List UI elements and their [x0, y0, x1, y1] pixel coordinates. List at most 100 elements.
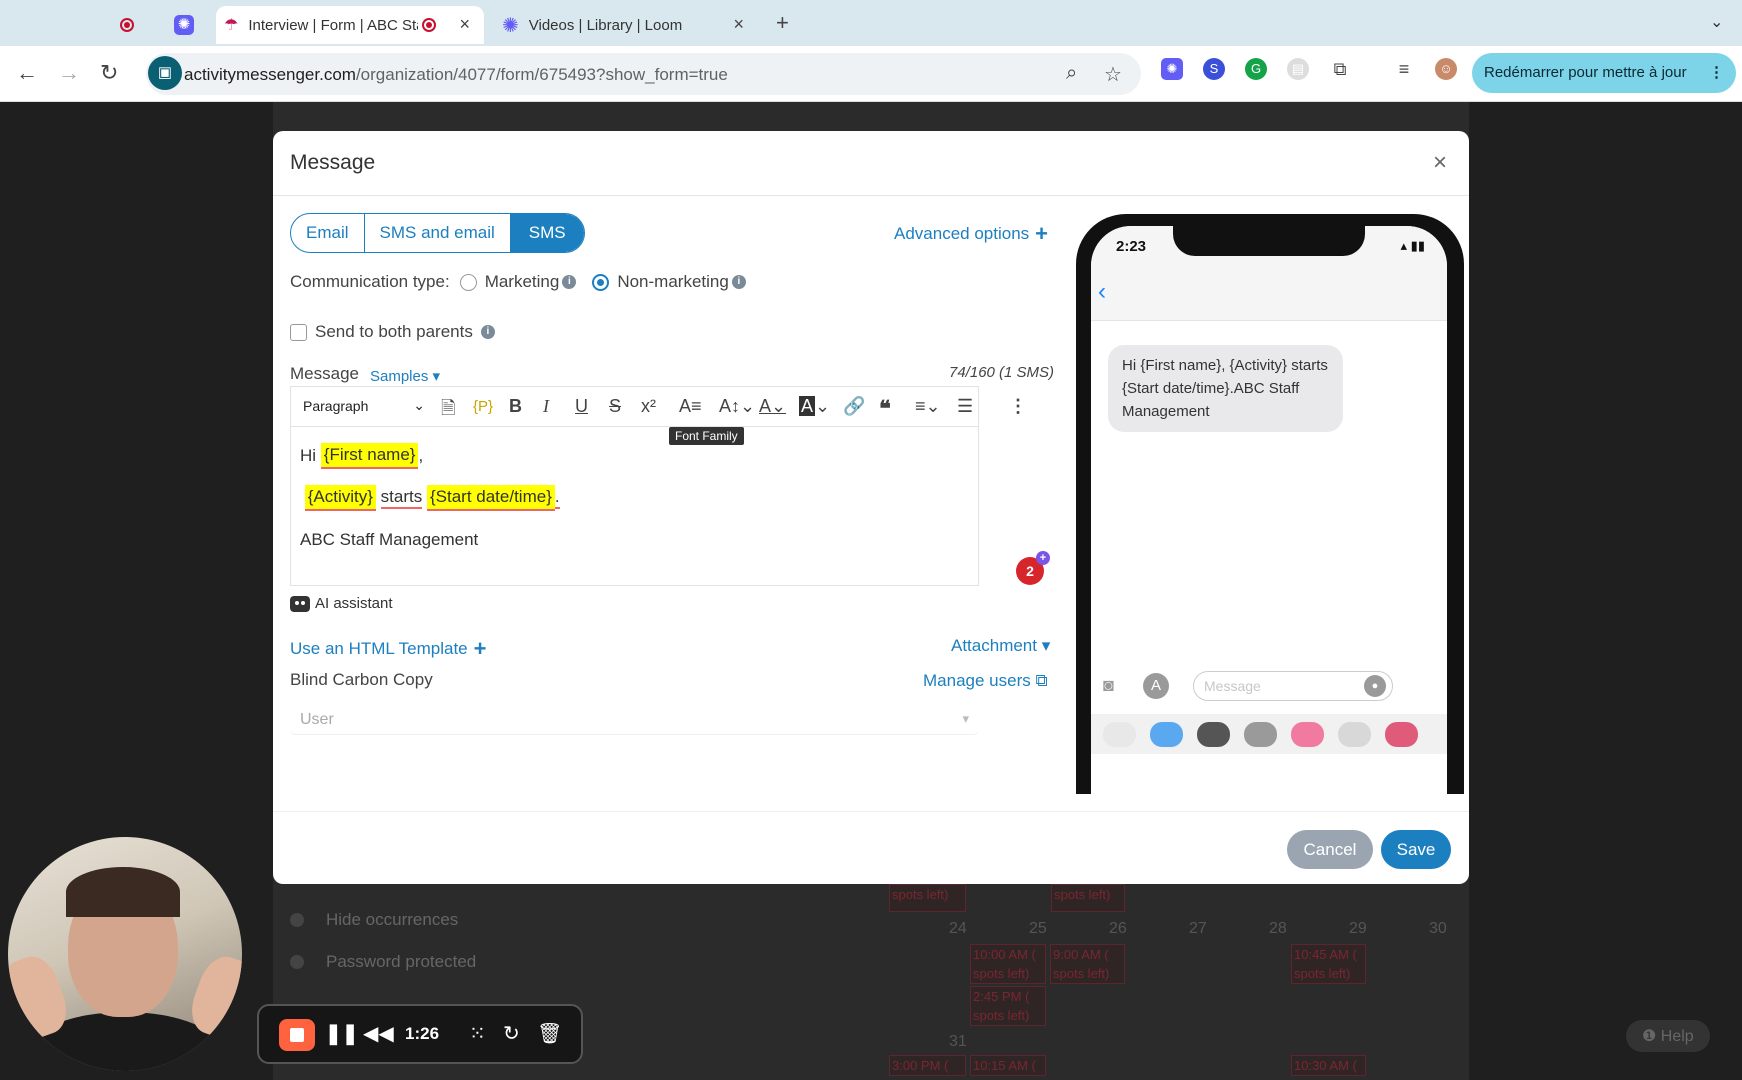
- channel-sms-and-email-button[interactable]: SMS and email: [365, 214, 511, 252]
- manage-users-link[interactable]: Manage users ⧉: [923, 671, 1048, 691]
- puzzle-extensions-icon[interactable]: ⧉: [1329, 58, 1351, 80]
- channel-selector: Email SMS and email SMS: [290, 213, 585, 253]
- non-marketing-label[interactable]: Non-marketing: [617, 272, 729, 292]
- rewind-icon[interactable]: ◀◀: [363, 1021, 394, 1046]
- loom-icon: ✺: [174, 15, 194, 35]
- tab-interview-form[interactable]: ☂ Interview | Form | ABC Sta ×: [216, 6, 484, 44]
- font-size-icon[interactable]: A↕⌄: [719, 396, 755, 417]
- reload-icon[interactable]: ↻: [100, 60, 118, 86]
- s-extension-icon[interactable]: S: [1203, 58, 1225, 80]
- info-icon[interactable]: i: [562, 275, 577, 289]
- blockquote-icon[interactable]: ❝: [879, 396, 891, 422]
- close-tab-icon[interactable]: ×: [733, 14, 744, 35]
- back-icon[interactable]: ←: [16, 60, 38, 86]
- cancel-button[interactable]: Cancel: [1287, 830, 1373, 869]
- profile-avatar[interactable]: ☺: [1435, 58, 1457, 80]
- send-both-parents-checkbox[interactable]: [290, 323, 307, 341]
- zoom-icon[interactable]: ⌕: [1066, 62, 1077, 85]
- option-password-protected: Password protected: [290, 952, 476, 972]
- tab-search-chevron-icon[interactable]: ⌄: [1710, 12, 1723, 32]
- advanced-options-link[interactable]: Advanced options +: [894, 221, 1048, 247]
- first-name-tag[interactable]: {First name}: [320, 443, 419, 469]
- camera-icon: ◙: [1103, 675, 1114, 695]
- block-format-dropdown[interactable]: Paragraph ⌄: [303, 397, 425, 414]
- bcc-user-select[interactable]: User ▾: [290, 705, 979, 735]
- superscript-icon[interactable]: x²: [641, 396, 656, 417]
- tab-loom-pinned[interactable]: ✺: [174, 6, 204, 44]
- align-icon[interactable]: ≡⌄: [915, 396, 941, 417]
- extension-icon[interactable]: ▤: [1287, 58, 1309, 80]
- help-button[interactable]: ❶ Help: [1626, 1020, 1710, 1052]
- send-both-parents-label[interactable]: Send to both parents: [315, 322, 473, 342]
- font-family-icon[interactable]: A≡: [679, 396, 702, 417]
- close-tab-icon[interactable]: ×: [459, 14, 470, 35]
- marketing-label[interactable]: Marketing: [485, 272, 560, 292]
- channel-email-button[interactable]: Email: [291, 214, 365, 252]
- source-document-icon[interactable]: 🗎: [441, 396, 455, 426]
- bookmark-star-icon[interactable]: ☆: [1104, 62, 1122, 87]
- grammarly-icon[interactable]: G: [1245, 58, 1267, 80]
- editor-toolbar: Paragraph ⌄ 🗎 {P} B I U S x² A≡ A↕⌄ A⌄ A ⌄…: [291, 387, 1027, 445]
- link-icon[interactable]: 🔗: [843, 396, 865, 417]
- calendar-event: 2:45 PM (spots left): [970, 986, 1046, 1026]
- background-color-icon[interactable]: A ⌄: [799, 396, 830, 417]
- search-images-icon: [1291, 721, 1324, 747]
- html-template-link[interactable]: Use an HTML Template +: [290, 636, 487, 662]
- url-text[interactable]: activitymessenger.com/organization/4077/…: [184, 65, 728, 85]
- address-bar[interactable]: ▣ activitymessenger.com/organization/407…: [146, 53, 1141, 95]
- calendar-event: 10:15 AM (: [970, 1055, 1046, 1076]
- grammarly-badge[interactable]: 2 +: [1016, 551, 1050, 585]
- strikethrough-icon[interactable]: S: [609, 396, 621, 417]
- info-icon[interactable]: i: [731, 275, 746, 289]
- ai-assistant-button[interactable]: AI assistant: [290, 595, 393, 612]
- media-control-icon[interactable]: ≡: [1393, 58, 1415, 80]
- calendar-event: 10:00 AM (spots left): [970, 944, 1046, 984]
- bulleted-list-icon[interactable]: ☰: [957, 396, 973, 417]
- digital-touch-icon: [1385, 721, 1418, 747]
- tab-record[interactable]: [120, 6, 150, 44]
- marketing-radio[interactable]: [459, 273, 477, 291]
- phone-preview: 2:23 ▴ ▮▮ ‹ Hi {First name}, {Activity} …: [1076, 214, 1464, 794]
- bold-icon[interactable]: B: [509, 396, 522, 417]
- close-icon[interactable]: ×: [1433, 149, 1447, 177]
- editor-content[interactable]: Hi {First name}, {Activity} starts {Star…: [300, 435, 560, 561]
- tab-loom-videos[interactable]: ✺ Videos | Library | Loom ×: [496, 6, 758, 44]
- phone-app-strip: [1091, 714, 1447, 754]
- grid-icon[interactable]: ⁙: [469, 1021, 486, 1046]
- more-options-icon[interactable]: ⋮: [1009, 396, 1027, 417]
- restart-icon[interactable]: ↻: [503, 1021, 520, 1046]
- loom-extension-icon[interactable]: ✺: [1161, 58, 1183, 80]
- menu-kebab-icon[interactable]: ⋮: [1709, 53, 1724, 93]
- message-label: Message: [290, 364, 359, 383]
- pause-icon[interactable]: ❚❚: [325, 1021, 359, 1046]
- recording-indicator-icon: [422, 18, 437, 32]
- placeholder-icon[interactable]: {P}: [473, 398, 493, 415]
- recording-timer: 1:26: [405, 1024, 440, 1043]
- start-date-tag[interactable]: {Start date/time}: [426, 485, 555, 511]
- phone-back-icon: ‹: [1098, 278, 1106, 305]
- calendar-day: 29: [1349, 920, 1367, 937]
- save-button[interactable]: Save: [1381, 830, 1451, 869]
- channel-sms-button[interactable]: SMS: [510, 214, 584, 252]
- divider: [273, 811, 1469, 812]
- attachment-dropdown[interactable]: Attachment ▾: [951, 636, 1050, 656]
- info-icon[interactable]: i: [480, 325, 495, 339]
- forward-icon[interactable]: →: [58, 60, 80, 86]
- trash-icon[interactable]: 🗑: [537, 1021, 562, 1046]
- underline-icon[interactable]: U: [575, 396, 588, 417]
- samples-dropdown[interactable]: Samples ▾: [370, 367, 440, 385]
- activity-tag[interactable]: {Activity}: [304, 485, 376, 511]
- calendar-day: 31: [949, 1033, 967, 1050]
- stop-recording-button[interactable]: [279, 1019, 315, 1051]
- non-marketing-radio[interactable]: [592, 273, 610, 291]
- apple-pay-icon: [1197, 721, 1230, 747]
- chevron-down-icon: ▾: [962, 711, 969, 726]
- new-tab-icon[interactable]: +: [776, 10, 789, 36]
- memoji-icon: [1338, 721, 1371, 747]
- webcam-bubble[interactable]: [8, 837, 242, 1071]
- restart-update-button[interactable]: Redémarrer pour mettre à jour ⋮: [1472, 53, 1736, 93]
- calendar-day: 28: [1269, 920, 1287, 937]
- italic-icon[interactable]: I: [543, 396, 549, 417]
- text-color-icon[interactable]: A⌄: [759, 396, 786, 417]
- site-camera-icon[interactable]: ▣: [148, 56, 182, 90]
